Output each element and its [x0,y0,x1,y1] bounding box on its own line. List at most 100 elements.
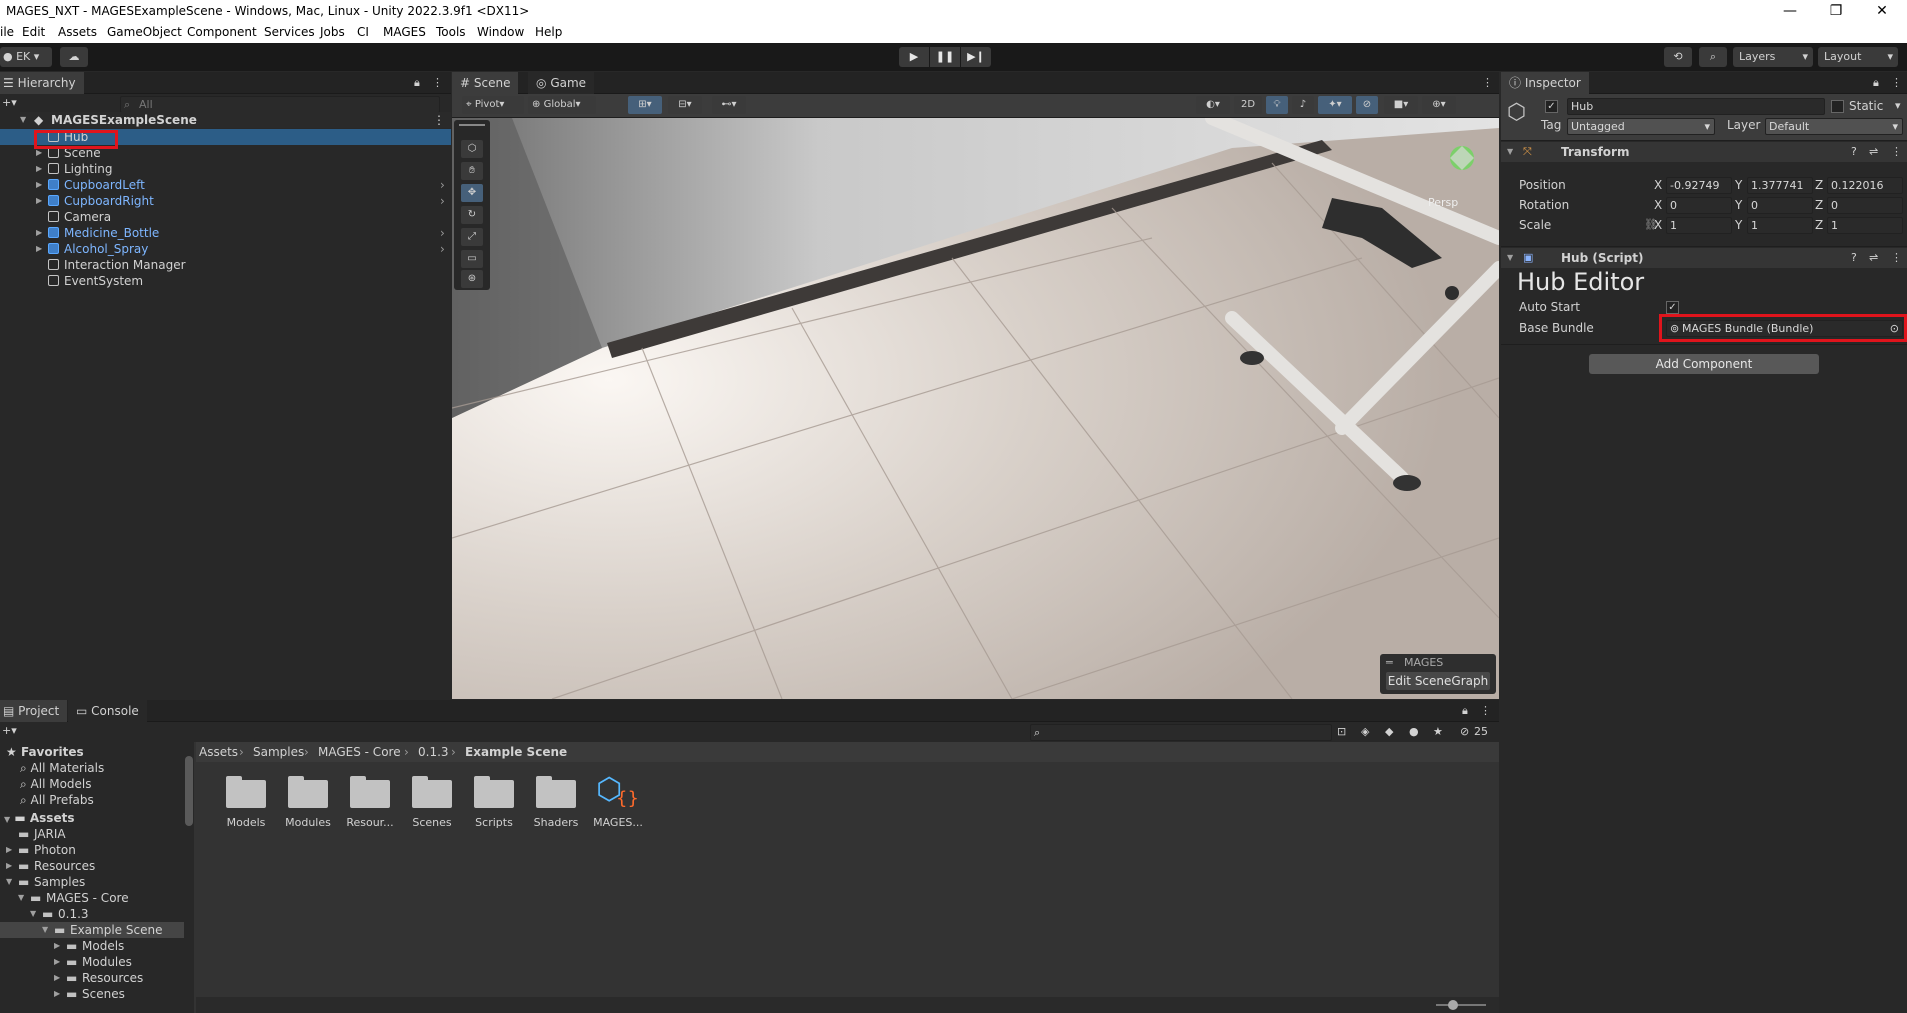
expand-arrow-icon[interactable]: ▶ [36,241,42,257]
hierarchy-item[interactable]: ▶ Medicine_Bottle › [0,225,451,241]
tab-hierarchy[interactable]: ☰ Hierarchy [0,72,84,94]
kebab-menu-icon[interactable]: ⋮ [432,76,443,89]
asset-tree-item[interactable]: ▼ ▬ Example Scene [0,922,184,938]
tab-scene[interactable]: # Scene [452,72,519,94]
scale-tool-button[interactable]: ⤢ [461,228,483,246]
expand-arrow-icon[interactable]: ▶ [54,970,60,986]
camera-settings-button[interactable]: ■▾ [1384,96,1418,114]
cloud-button[interactable]: ☁ [60,47,88,67]
expand-arrow-icon[interactable]: ▶ [54,938,60,954]
expand-arrow-icon[interactable]: ▶ [36,225,42,241]
hierarchy-item[interactable]: ▶ Alcohol_Spray › [0,241,451,257]
menu-file[interactable]: ile [0,25,14,39]
menu-services[interactable]: Services [264,25,315,39]
hierarchy-item[interactable]: Camera [0,209,451,225]
position-z-field[interactable]: 0.122016 [1827,177,1903,194]
asset-tree-item[interactable]: ▶ ▬ Resources [0,858,184,874]
transform-tool-button[interactable]: ⊛ [461,270,483,288]
add-component-button[interactable]: Add Component [1589,354,1819,374]
favorite-star-icon[interactable]: ★ [1433,725,1443,738]
persp-label[interactable]: Persp [1428,196,1458,209]
asset-folder-item[interactable]: Scenes [402,768,462,838]
drag-handle[interactable] [459,124,485,126]
zoom-slider-track[interactable] [1436,1004,1486,1006]
asset-tree-item[interactable]: ▶ ▬ Scenes [0,986,184,1002]
project-search-input[interactable]: ⌕ [1030,724,1332,741]
layer-dropdown[interactable]: Default ▾ [1765,118,1903,135]
ruler-button[interactable]: ⊷▾ [712,96,746,114]
auto-start-checkbox[interactable]: ✓ [1666,301,1679,314]
expand-arrow-icon[interactable]: ▼ [4,815,10,824]
asset-tree-item[interactable]: ▼ ▬ Samples [0,874,184,890]
favorite-item[interactable]: ⌕ All Prefabs [20,792,94,808]
active-checkbox[interactable]: ✓ [1545,100,1558,113]
hand-tool-button[interactable]: ✋︎ [461,162,483,180]
pivot-dropdown[interactable]: ⌖ Pivot▾ [462,96,524,114]
menu-mages[interactable]: MAGES [383,25,426,39]
expand-arrow-icon[interactable]: ▼ [42,922,48,938]
expand-arrow-icon[interactable]: ▼ [6,874,12,890]
menu-tools[interactable]: Tools [436,25,466,39]
scene-viewport[interactable]: Persp ⬡ ✋︎ ✥ ↻ ⤢ ▭ ⊛ ═ MAGES Edit SceneG… [452,118,1499,699]
expand-arrow-icon[interactable]: ▶ [54,986,60,1002]
asset-tree-item[interactable]: ▶ ▬ Resources [0,970,184,986]
scale-y-field[interactable]: 1 [1747,217,1813,234]
breadcrumb-assets[interactable]: Assets [199,745,238,759]
global-dropdown[interactable]: ⊕ Global▾ [528,96,596,114]
view-tool-button[interactable]: ⬡ [461,140,483,158]
zoom-slider-handle[interactable] [1448,1000,1458,1010]
open-prefab-arrow-icon[interactable]: › [440,225,445,241]
asset-folder-item[interactable]: Resour... [340,768,400,838]
y-axis-label[interactable]: Y [1735,198,1742,212]
pause-button[interactable]: ❚❚ [930,47,960,67]
audio-toggle[interactable]: ♪ [1292,96,1314,114]
asset-folder-item[interactable]: Models [216,768,276,838]
menu-edit[interactable]: Edit [22,25,45,39]
expand-arrow-icon[interactable]: ▼ [30,906,36,922]
kebab-menu-icon[interactable]: ⋮ [1891,76,1902,89]
type-filter-icon[interactable]: ◈ [1361,725,1369,738]
x-axis-label[interactable]: X [1654,218,1662,232]
add-icon[interactable]: +▾ [2,724,17,737]
asset-tree-item[interactable]: ▶ ▬ Models [0,938,184,954]
help-icon[interactable]: ? [1851,251,1857,264]
lighting-toggle[interactable]: 💡︎ [1266,96,1288,114]
tab-inspector[interactable]: ⓘ Inspector [1501,72,1589,94]
drag-handle-icon[interactable]: ═ [1386,656,1393,669]
breadcrumb-mages-core[interactable]: MAGES - Core [318,745,401,759]
asset-folder-item[interactable]: Modules [278,768,338,838]
expand-arrow-icon[interactable]: ▼ [18,890,24,906]
y-axis-label[interactable]: Y [1735,218,1742,232]
menu-component[interactable]: Component [187,25,257,39]
rotation-y-field[interactable]: 0 [1747,197,1813,214]
scene-root-row[interactable]: ▼ ◆ MAGESExampleScene ⋮ [20,112,451,128]
rect-tool-button[interactable]: ▭ [461,250,483,268]
rotation-x-field[interactable]: 0 [1666,197,1732,214]
layout-dropdown[interactable]: Layout ▾ [1818,47,1898,67]
asset-tree-item[interactable]: ▼ ▬ 0.1.3 [0,906,184,922]
edit-scenegraph-button[interactable]: Edit SceneGraph [1386,672,1490,690]
help-icon[interactable]: ? [1851,145,1857,158]
visibility-toggle[interactable]: ⊘ [1356,96,1378,114]
breadcrumb-example-scene[interactable]: Example Scene [465,745,567,759]
minimize-icon[interactable]: — [1767,0,1813,22]
x-axis-label[interactable]: X [1654,178,1662,192]
expand-arrow-icon[interactable]: ▼ [1507,147,1513,156]
open-prefab-arrow-icon[interactable]: › [440,241,445,257]
kebab-menu-icon[interactable]: ⋮ [1891,251,1902,264]
expand-arrow-icon[interactable]: ▶ [36,193,42,209]
asset-file-item[interactable]: ⬡{} MAGES... [588,768,648,838]
expand-arrow-icon[interactable]: ▼ [20,112,26,128]
hub-script-header[interactable]: ▼ ▣ Hub (Script) ? ⇌ ⋮ [1501,248,1907,268]
hierarchy-item[interactable]: Interaction Manager [0,257,451,273]
hidden-packages-icon[interactable]: ⊘ [1460,725,1469,738]
y-axis-label[interactable]: Y [1735,178,1742,192]
hierarchy-item[interactable]: ▶ Lighting [0,161,451,177]
favorite-item[interactable]: ⌕ All Materials [20,760,104,776]
move-tool-button[interactable]: ✥ [461,184,483,202]
lock-icon[interactable]: 🔒︎ [1462,704,1468,718]
expand-arrow-icon[interactable]: ▶ [6,858,12,874]
expand-arrow-icon[interactable]: ▶ [36,161,42,177]
tab-console[interactable]: ▭ Console [68,700,147,722]
favorites-header[interactable]: ★ Favorites [6,744,84,760]
